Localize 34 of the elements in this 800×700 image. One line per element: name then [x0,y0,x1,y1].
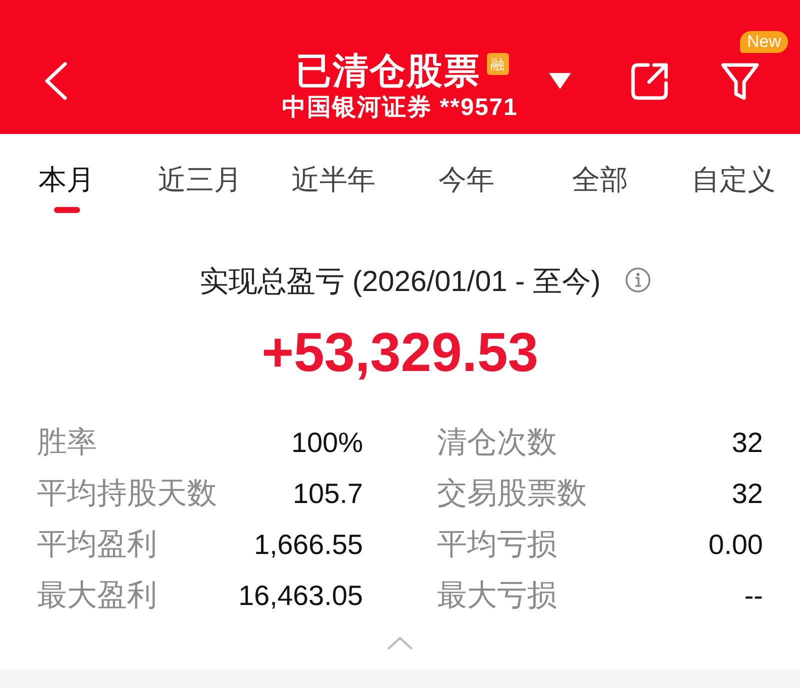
filter-icon[interactable] [720,61,760,101]
stat-label: 清仓次数 [437,425,557,461]
back-icon[interactable] [44,62,68,100]
period-tab[interactable]: 近半年 [289,161,378,213]
stat-label: 胜率 [37,425,97,461]
period-tab[interactable]: 今年 [436,161,497,213]
tab-indicator [54,207,80,213]
info-icon[interactable] [624,267,651,293]
stat-value: 16,463.05 [238,579,363,613]
stat-label: 平均持股天数 [37,476,217,512]
stat-label: 平均盈利 [37,527,157,563]
share-icon[interactable] [630,61,670,101]
stat-value: 32 [732,477,763,511]
period-tab[interactable]: 自定义 [689,161,778,213]
summary-title: 实现总盈亏 (2026/01/01 - 至今) [199,265,601,300]
new-badge: New [740,31,788,53]
stat-value: 105.7 [292,477,363,511]
period-tab[interactable]: 本月 [36,161,97,213]
period-tab[interactable]: 近三月 [156,161,244,213]
stat-value: 32 [732,426,763,460]
stat-label: 平均亏损 [437,527,557,563]
stat-value: -- [744,579,763,613]
stat-value: 1,666.55 [254,528,363,562]
account-selector[interactable]: 中国银河证券 **9571 [282,93,518,123]
stat-label: 最大盈利 [37,578,157,614]
margin-badge: 融 [486,53,508,75]
total-profit-value: +53,329.53 [262,320,538,384]
stat-value: 100% [291,426,363,460]
stat-label: 交易股票数 [437,476,587,512]
dropdown-triangle-icon[interactable] [548,72,572,90]
stat-value: 0.00 [708,528,763,562]
page-title: 已清仓股票 [296,49,480,93]
period-tab[interactable]: 全部 [570,161,630,213]
stat-label: 最大亏损 [437,578,557,614]
